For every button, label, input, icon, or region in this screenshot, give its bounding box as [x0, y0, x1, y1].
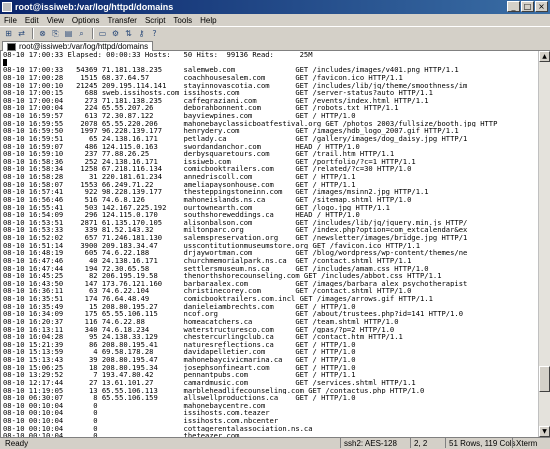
log-row: 08-10 16:20:37 116 74.6.22.88 homeacatch… — [3, 317, 399, 326]
toolbar-separator — [32, 28, 34, 39]
title-bar: root@issiweb:/var/log/httpd/domains _ □ … — [0, 0, 550, 14]
log-row: 08-10 16:58:28 31 220.181.61.234 annedri… — [3, 173, 356, 181]
menu-options[interactable]: Options — [72, 16, 100, 25]
terminal-output[interactable]: 08-10 17:00:33 Elapsed: 00:00:33 Hosts: … — [0, 51, 538, 437]
menu-script[interactable]: Script — [145, 16, 165, 25]
window-title: root@issiweb:/var/log/httpd/domains — [15, 2, 174, 12]
log-row: 08-10 17:00:28 1515 68.37.64.57 coachhou… — [3, 73, 403, 82]
terminal-app-icon — [2, 2, 12, 12]
log-row: 08-10 16:55:41 503 142.167.225.192 ourto… — [3, 203, 390, 212]
log-row: 08-10 15:06:25 18 208.80.195.34 josephso… — [3, 363, 356, 372]
vertical-scrollbar[interactable]: ▲ ▼ — [538, 51, 550, 437]
log-row: 08-10 06:30:07 8 65.55.106.159 allswellp… — [3, 394, 356, 402]
log-row: 08-10 17:00:04 224 65.55.207.26 deborahb… — [3, 104, 399, 112]
close-button[interactable]: × — [535, 1, 548, 12]
log-row: 08-10 16:35:51 174 76.64.48.49 comicbook… — [3, 295, 433, 303]
log-row: 08-10 16:51:14 3900 209.183.34.47 usscon… — [3, 241, 421, 250]
menu-help[interactable]: Help — [200, 16, 216, 25]
log-row: 08-10 15:21:39 86 208.80.195.41 naturesr… — [3, 340, 356, 349]
log-row: 08-10 16:53:51 2871 61.135.170.105 aliso… — [3, 218, 468, 227]
log-row: 08-10 16:58:36 252 24.138.16.171 issiweb… — [3, 157, 416, 166]
log-row: 08-10 16:47:44 194 72.30.65.58 settlersm… — [3, 264, 429, 273]
log-row: 08-10 11:19:05 13 65.55.106.113 marblehe… — [3, 386, 425, 395]
log-row: 08-10 16:34:09 175 65.55.106.115 ncof.or… — [3, 310, 463, 318]
menu-bar: File Edit View Options Transfer Script T… — [0, 14, 550, 26]
log-row: 08-10 16:59:07 486 124.115.0.163 swordan… — [3, 142, 360, 151]
log-row: 08-10 17:00:33 54369 71.181.138.235 sale… — [3, 66, 459, 74]
log-row: 08-10 16:36:11 63 74.6.22.104 christinec… — [3, 287, 412, 295]
terminal-header-line: 08-10 17:00:33 Elapsed: 00:00:33 Hosts: … — [3, 51, 313, 59]
log-row: 08-10 16:56:46 516 74.6.8.126 mahoneisla… — [3, 195, 412, 204]
log-row: 08-10 16:59:10 237 77.88.26.25 derbysqua… — [3, 150, 395, 158]
toolbar-separator — [92, 28, 94, 39]
terminal-cursor-line — [1, 58, 538, 67]
terminal-icon — [7, 43, 16, 51]
log-row: 08-10 16:57:41 922 98.228.139.177 theste… — [3, 188, 429, 196]
log-row: 08-10 13:29:52 7 193.47.80.42 pennantpub… — [3, 371, 356, 379]
log-row: 08-10 16:59:50 1997 96.228.139.177 henry… — [3, 127, 459, 135]
log-row: 08-10 00:10:04 0 issihosts.com.teazer — [3, 409, 296, 417]
log-row: 08-10 16:59:55 2078 65.55.220.206 mahone… — [3, 119, 498, 128]
connect-icon[interactable]: ⇄ — [16, 28, 27, 39]
status-term: Xterm — [512, 438, 537, 448]
log-row: 08-10 16:45:25 82 206.195.19.58 thenorth… — [3, 272, 442, 280]
settings-icon[interactable]: ⚙ — [110, 28, 121, 39]
status-bar: Ready ssh2: AES-128 2, 2 51 Rows, 119 Co… — [0, 437, 550, 448]
log-row: 08-10 16:58:34 1258 67.218.116.134 comic… — [3, 165, 412, 173]
scrollbar-thumb[interactable] — [539, 366, 550, 393]
scroll-down-icon[interactable]: ▼ — [539, 426, 550, 437]
text-cursor — [3, 58, 7, 66]
menu-file[interactable]: File — [4, 16, 17, 25]
sftp-icon[interactable]: ⇅ — [123, 28, 134, 39]
copy-icon[interactable]: ⎘ — [50, 28, 61, 39]
scroll-up-icon[interactable]: ▲ — [539, 51, 550, 62]
menu-view[interactable]: View — [47, 16, 64, 25]
status-cipher: ssh2: AES-128 — [340, 438, 397, 448]
log-row: 08-10 17:00:15 688 sweb.issihosts.com is… — [3, 89, 433, 97]
log-row: 08-10 16:43:50 147 173.76.121.160 barbar… — [3, 279, 468, 288]
new-session-icon[interactable]: ⊞ — [3, 28, 14, 39]
menu-tools[interactable]: Tools — [173, 16, 192, 25]
log-row: 08-10 15:13:59 4 69.58.178.28 davidapell… — [3, 348, 356, 356]
log-row: 08-10 00:10:04 0 issihosts.com.nbcenter — [3, 417, 296, 425]
minimize-button[interactable]: _ — [507, 1, 520, 12]
status-ready: Ready — [5, 439, 29, 448]
maximize-button[interactable]: □ — [521, 1, 534, 12]
menu-transfer[interactable]: Transfer — [107, 16, 137, 25]
tab-bar: root@issiweb:/var/log/httpd/domains — [0, 40, 550, 52]
log-row: 08-10 16:54:09 296 124.115.0.170 southsh… — [3, 211, 360, 219]
log-row: 08-10 16:13:11 340 74.6.18.234 waterstru… — [3, 325, 395, 334]
log-row: 08-10 00:10:04 0 cottagerentalassociatio… — [3, 424, 317, 433]
log-row: 08-10 16:47:46 40 24.138.16.171 churchme… — [3, 256, 412, 265]
find-icon[interactable]: ⌕ — [76, 28, 87, 39]
key-icon[interactable]: ⚷ — [136, 28, 147, 39]
log-row: 08-10 17:00:10 21245 209.195.114.141 sta… — [3, 81, 468, 90]
help-icon[interactable]: ? — [149, 28, 160, 39]
log-row: 08-10 15:13:43 39 208.80.195.47 mahoneba… — [3, 356, 356, 364]
log-row: 08-10 16:58:07 1553 66.249.71.22 ameliap… — [3, 180, 356, 189]
disconnect-icon[interactable]: ⊗ — [37, 28, 48, 39]
log-row: 08-10 16:48:19 605 74.6.22.188 drjaywort… — [3, 249, 468, 257]
status-size: 51 Rows, 119 Cols — [445, 438, 516, 448]
menu-edit[interactable]: Edit — [25, 16, 39, 25]
log-row: 08-10 16:04:28 95 24.138.33.129 chesterc… — [3, 333, 403, 341]
status-cursor: 2, 2 — [410, 438, 427, 448]
log-row: 08-10 00:10:04 0 mahonebaycentre.com — [3, 401, 296, 410]
log-row: 08-10 16:53:33 339 81.52.143.32 miltonpa… — [3, 226, 468, 234]
print-icon[interactable]: ▭ — [97, 28, 108, 39]
log-row: 08-10 17:00:04 273 71.181.138.235 caffeg… — [3, 96, 429, 105]
log-row: 08-10 12:17:44 27 13.61.101.27 camardmus… — [3, 378, 416, 387]
log-row: 08-10 16:59:57 613 72.30.87.122 bayviewp… — [3, 112, 356, 120]
log-row: 08-10 16:59:51 65 24.138.16.171 petlady.… — [3, 134, 468, 143]
log-row: 08-10 16:52:02 657 71.246.181.130 salems… — [3, 234, 468, 242]
log-row: 08-10 16:35:49 15 208.80.195.27 danielei… — [3, 302, 356, 311]
toolbar: ⊞ ⇄ ⊗ ⎘ ▤ ⌕ ▭ ⚙ ⇅ ⚷ ? — [0, 26, 550, 40]
paste-icon[interactable]: ▤ — [63, 28, 74, 39]
